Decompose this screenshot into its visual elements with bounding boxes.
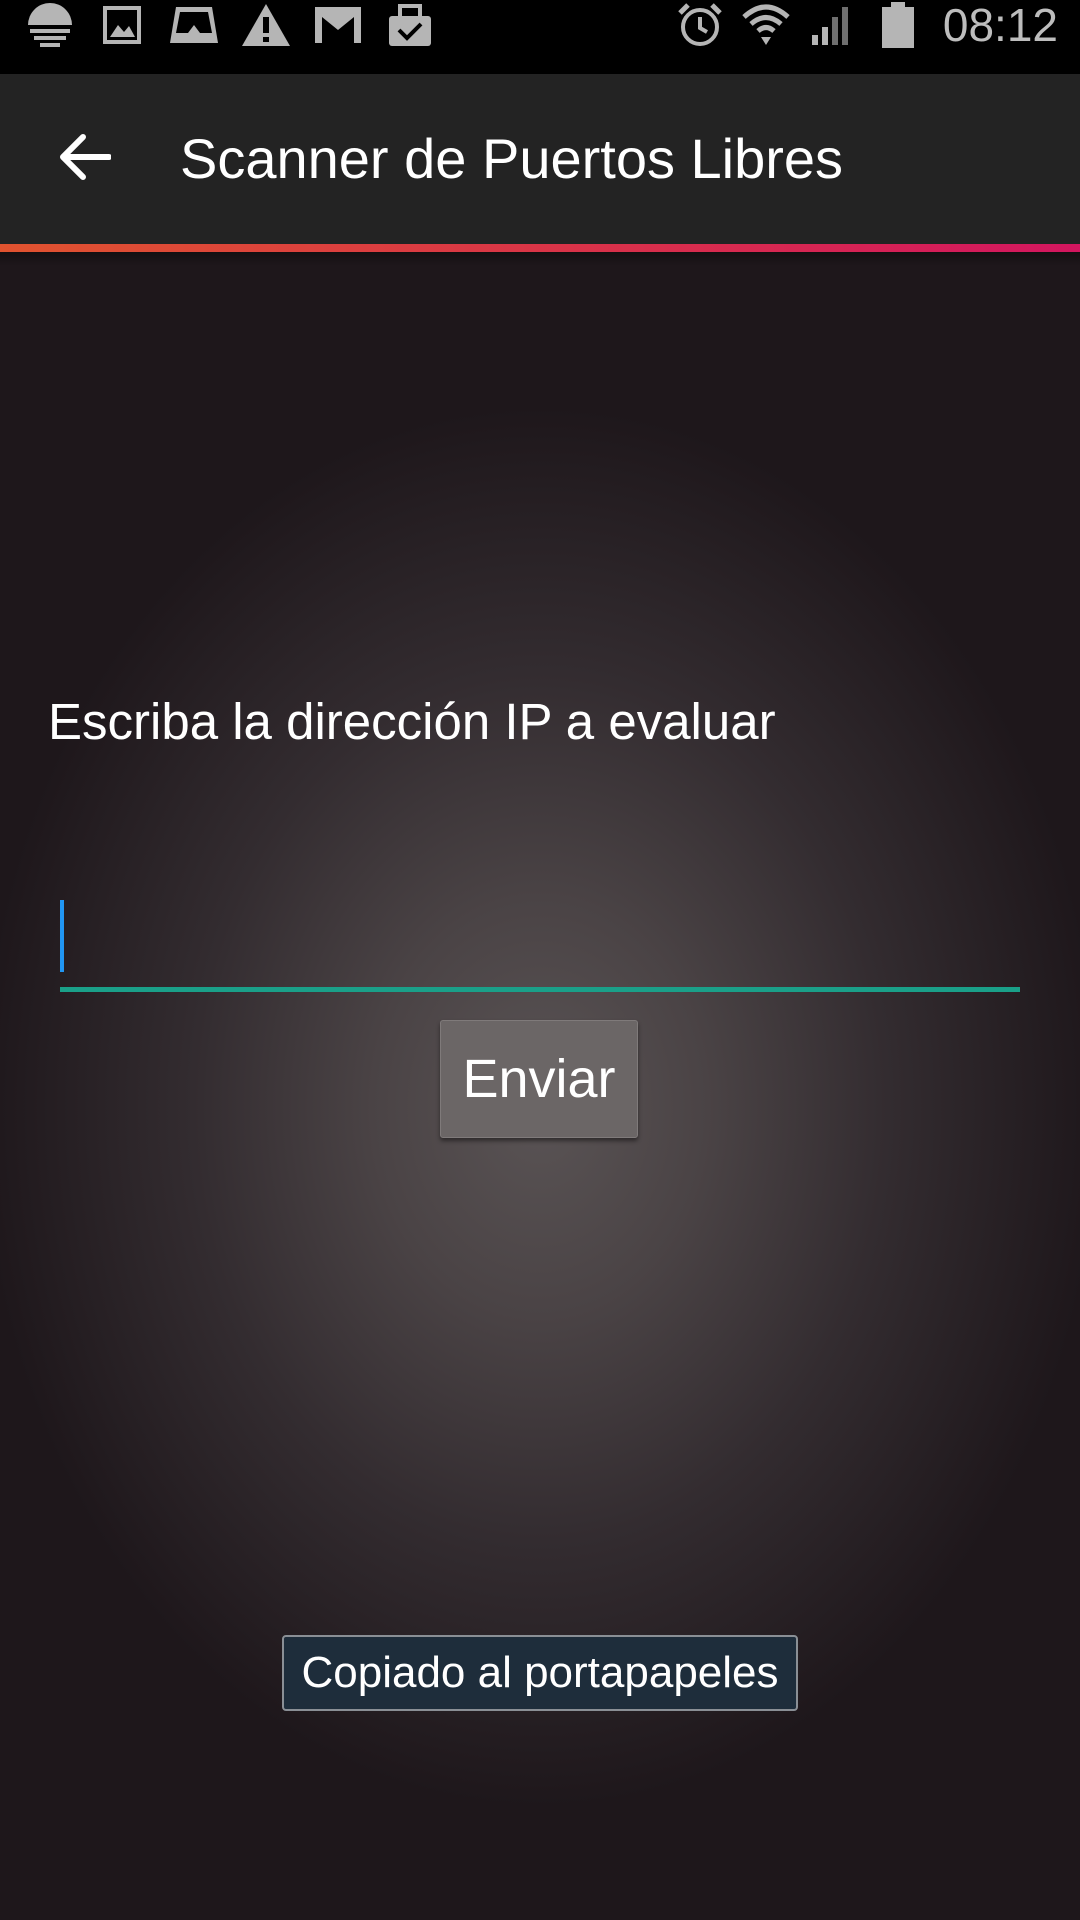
page-title: Scanner de Puertos Libres [180, 127, 844, 190]
app-bar-shadow [0, 252, 1080, 266]
inbox-icon [166, 0, 222, 50]
warning-icon [238, 0, 294, 50]
task-icon [382, 0, 438, 50]
toast-message: Copiado al portapapeles [282, 1635, 798, 1711]
image-icon [94, 0, 150, 50]
status-time: 08:12 [942, 0, 1058, 51]
ip-address-input[interactable] [60, 882, 1020, 992]
gmail-icon [310, 0, 366, 50]
signal-icon [807, 0, 857, 50]
arrow-back-icon [59, 133, 112, 186]
system-icons: 08:12 [659, 0, 1058, 50]
status-bar: 08:12 [0, 0, 1080, 74]
send-button[interactable]: Enviar [440, 1020, 638, 1138]
screen: 08:12 Scanner de Puertos Libres Escriba … [0, 0, 1080, 1920]
alarm-icon [675, 0, 725, 50]
text-cursor [60, 900, 64, 972]
ip-prompt-label: Escriba la dirección IP a evaluar [48, 693, 776, 750]
battery-icon [873, 0, 923, 50]
sync-icon [22, 0, 78, 50]
wifi-icon [741, 0, 791, 50]
notification-icons [22, 0, 454, 50]
main-content: Escriba la dirección IP a evaluar Enviar… [0, 252, 1080, 1920]
app-bar: Scanner de Puertos Libres [0, 74, 1080, 244]
accent-divider [0, 244, 1080, 252]
back-button[interactable] [40, 114, 130, 204]
